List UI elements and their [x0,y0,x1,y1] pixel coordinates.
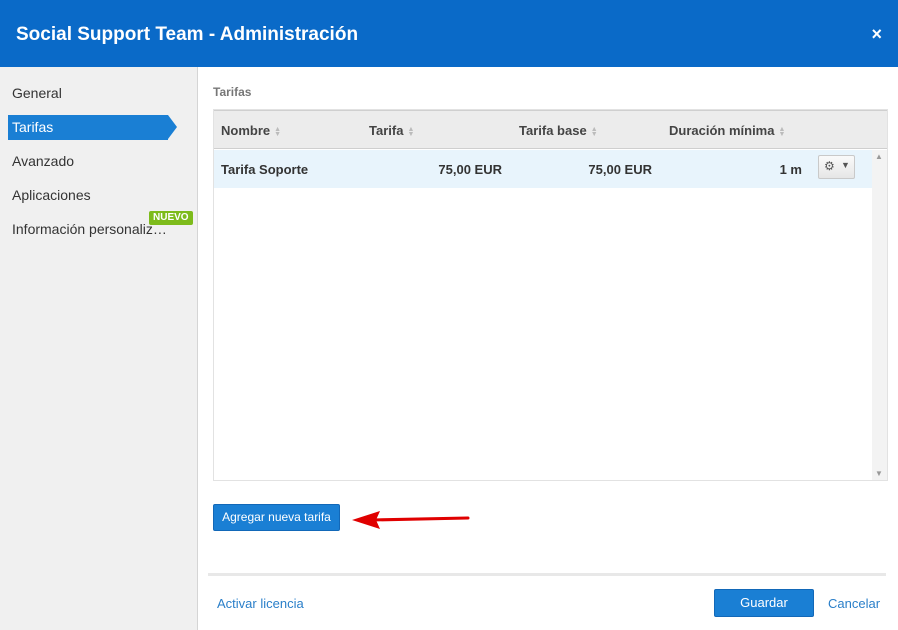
column-header-duracion-minima[interactable]: Duración mínima ▲ ▼ [669,123,785,138]
cell-nombre: Tarifa Soporte [221,162,309,177]
table-scrollbar[interactable]: ▲ ▼ [872,150,887,480]
column-header-tarifa[interactable]: Tarifa ▲ ▼ [369,123,414,138]
cell-duracion: 1 m [779,162,802,177]
table-row[interactable]: Tarifa Soporte 75,00 EUR 75,00 EUR 1 m ⚙… [214,150,872,188]
title-bar: Social Support Team - Administración × [0,0,898,67]
scroll-down-icon[interactable]: ▼ [875,469,883,478]
sort-icon: ▲ ▼ [590,125,598,138]
window-title: Social Support Team - Administración [16,24,359,45]
add-new-rate-button[interactable]: Agregar nueva tarifa [213,504,340,531]
column-header-nombre[interactable]: Nombre ▲ ▼ [221,123,281,138]
cell-tarifa: 75,00 EUR [438,162,502,177]
sort-icon: ▲ ▼ [778,125,786,138]
sidebar-item-tarifas[interactable]: Tarifas [8,115,177,140]
gear-icon: ⚙ [824,159,835,173]
tarifas-table: Nombre ▲ ▼ Tarifa ▲ ▼ Tarifa base ▲ ▼ Duración… [213,109,888,481]
footer-divider [208,573,886,576]
cancel-link[interactable]: Cancelar [828,596,880,611]
sidebar-item-aplicaciones[interactable]: Aplicaciones [8,183,168,208]
table-header: Nombre ▲ ▼ Tarifa ▲ ▼ Tarifa base ▲ ▼ Duración… [214,110,887,149]
sort-icon: ▲ ▼ [407,125,415,138]
sort-icon: ▲ ▼ [274,125,282,138]
cell-tarifa-base: 75,00 EUR [588,162,652,177]
scroll-up-icon[interactable]: ▲ [875,152,883,161]
sidebar-item-avanzado[interactable]: Avanzado [8,149,168,174]
column-header-tarifa-base[interactable]: Tarifa base ▲ ▼ [519,123,598,138]
row-actions-button[interactable]: ⚙ ▼ [818,155,855,179]
save-button[interactable]: Guardar [714,589,814,617]
caret-down-icon: ▼ [841,160,850,170]
section-title: Tarifas [213,85,252,99]
activate-license-link[interactable]: Activar licencia [217,596,304,611]
close-icon[interactable]: × [871,24,882,45]
sidebar-item-general[interactable]: General [8,81,168,106]
annotation-arrow-icon [352,511,470,529]
sidebar-item-informacion-personalizada[interactable]: Información personaliz… [8,217,168,242]
new-badge: NUEVO [149,211,193,225]
